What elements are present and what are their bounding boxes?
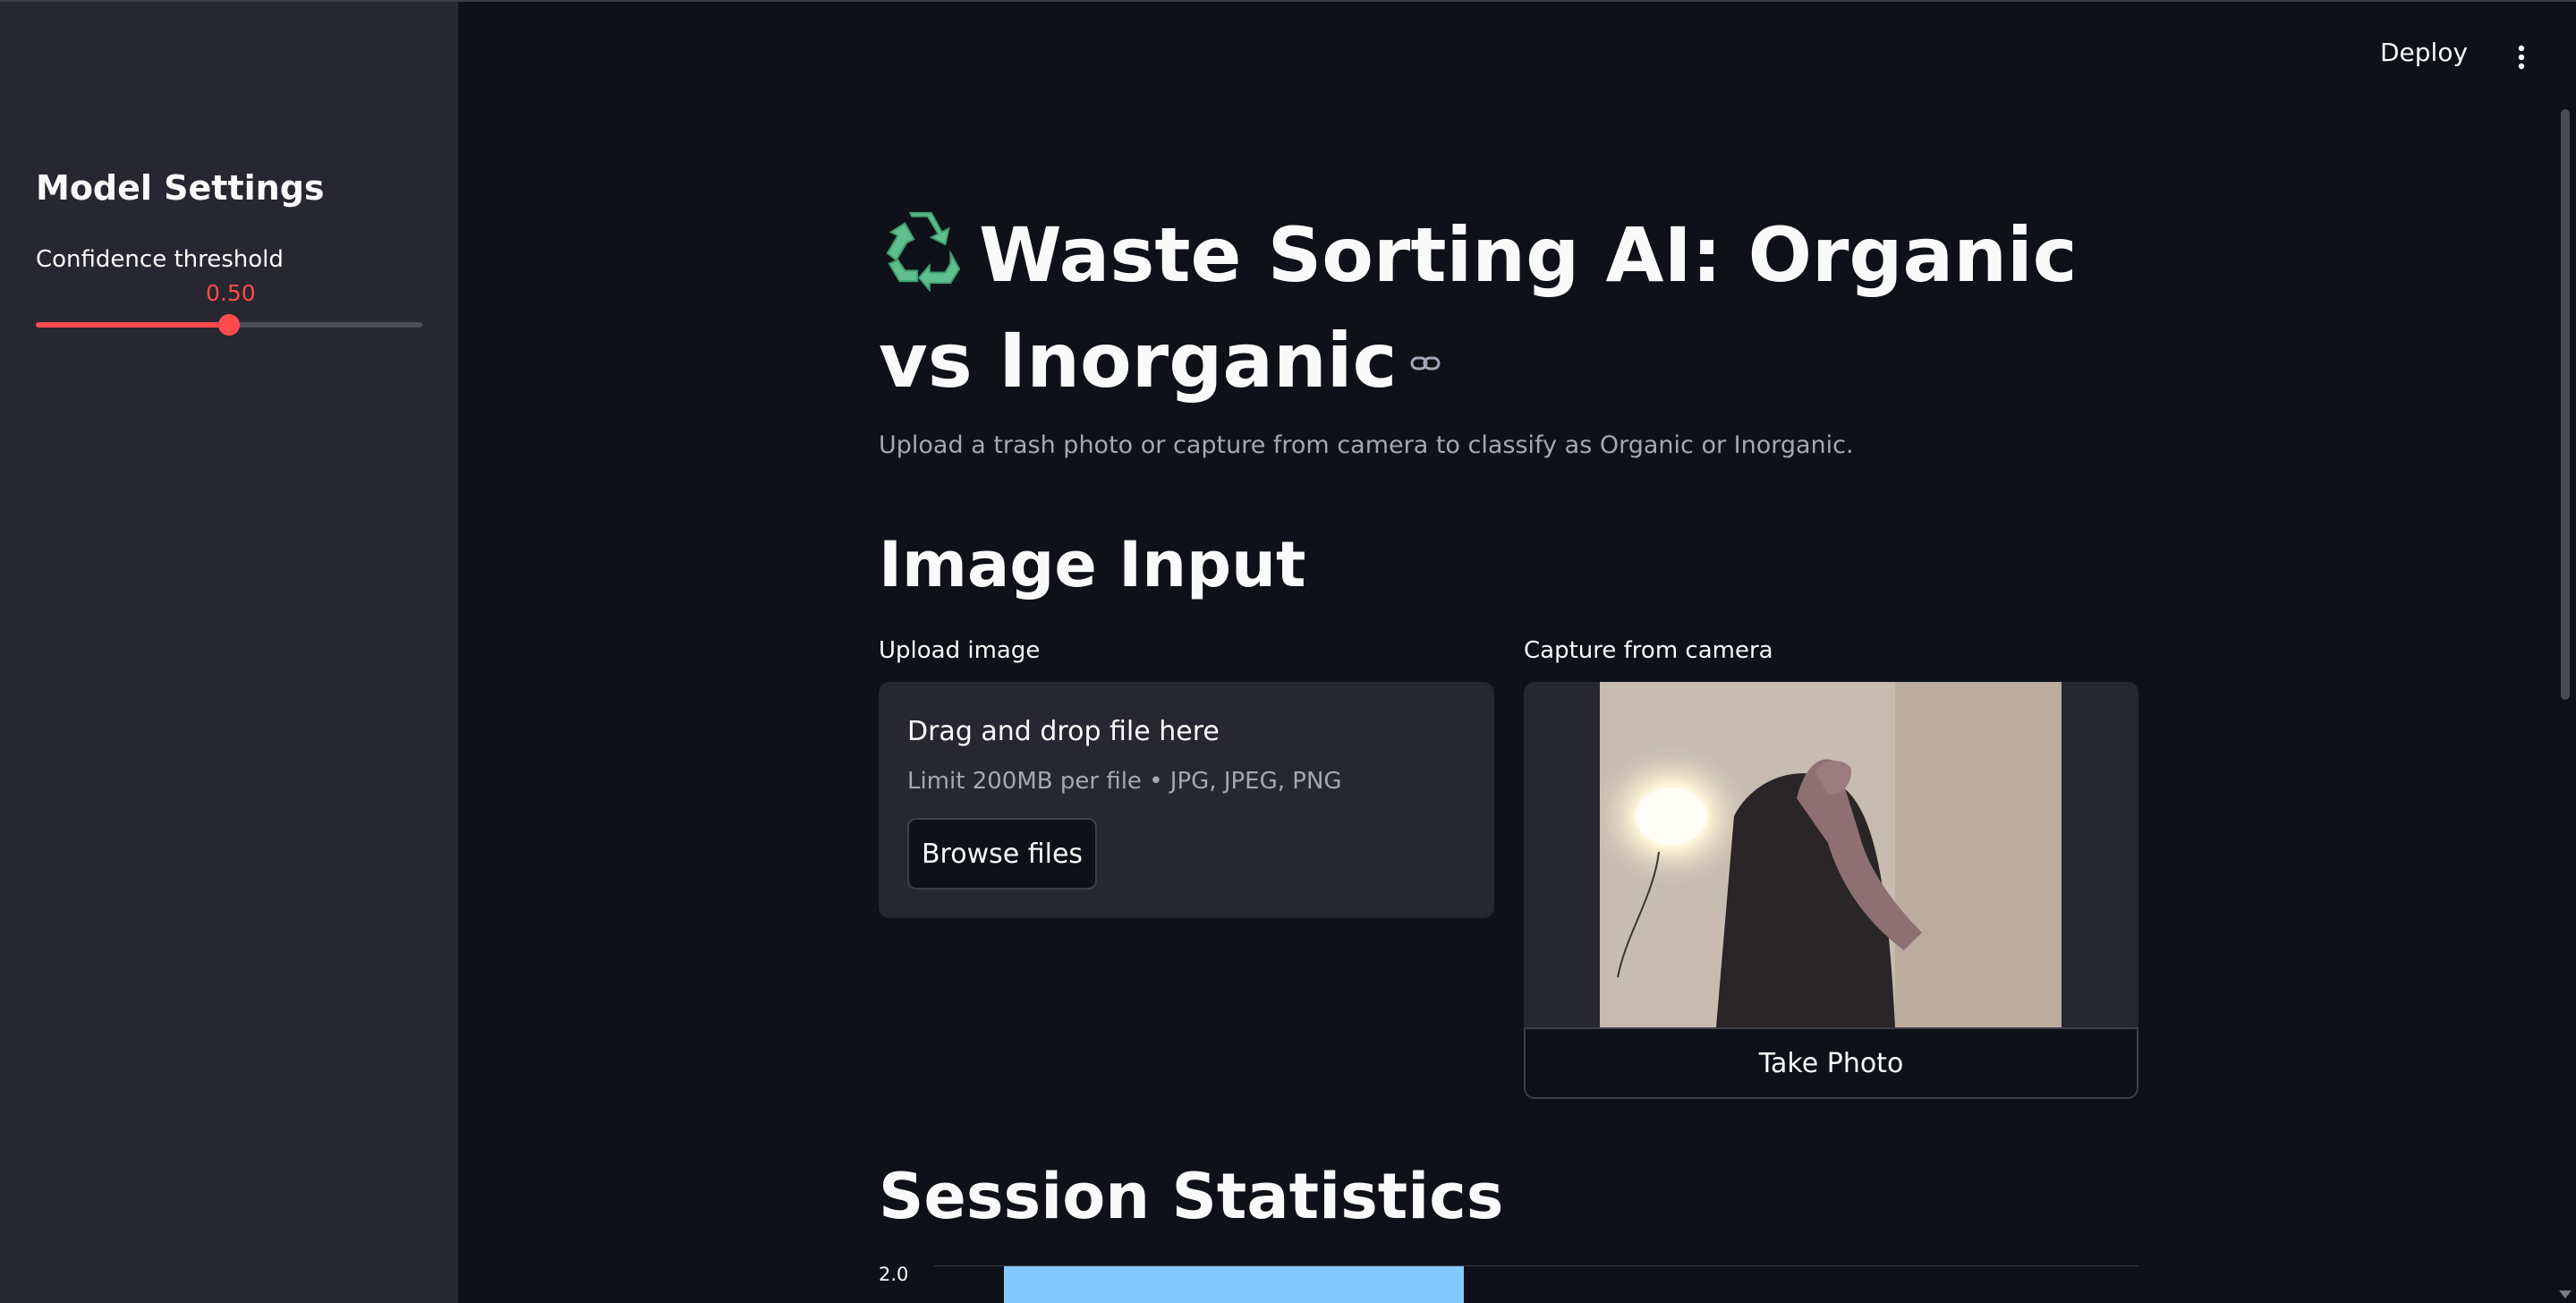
page-title-text: Waste Sorting AI: Organic vs Inorganic xyxy=(879,211,2078,405)
confidence-slider-fill xyxy=(36,322,229,328)
confidence-slider-thumb[interactable] xyxy=(218,314,240,336)
link-icon[interactable] xyxy=(1409,304,1441,370)
y-tick-label: 2.0 xyxy=(879,1264,909,1285)
vertical-ellipsis-icon xyxy=(2518,45,2525,70)
upload-image-label: Upload image xyxy=(879,637,1041,664)
scrollbar-thumb[interactable] xyxy=(2561,109,2570,700)
confidence-slider-label: Confidence threshold xyxy=(36,246,284,273)
camera-input-label: Capture from camera xyxy=(1524,637,1773,664)
camera-preview xyxy=(1600,682,2062,1027)
camera-input: Take Photo xyxy=(1524,682,2138,1099)
main-scrollbar[interactable] xyxy=(2561,109,2570,1303)
scroll-down-icon[interactable] xyxy=(2559,1290,2572,1299)
browse-files-button[interactable]: Browse files xyxy=(907,818,1097,890)
sidebar: Model Settings Confidence threshold 0.50 xyxy=(0,2,458,1303)
confidence-slider-value: 0.50 xyxy=(206,280,256,306)
page-caption: Upload a trash photo or capture from cam… xyxy=(879,431,1854,459)
session-statistics-heading: Session Statistics xyxy=(879,1160,1504,1233)
take-photo-button[interactable]: Take Photo xyxy=(1524,1027,2138,1099)
file-dropzone[interactable]: Drag and drop file here Limit 200MB per … xyxy=(879,682,1494,918)
recycle-icon xyxy=(879,204,966,293)
app-root: Model Settings Confidence threshold 0.50… xyxy=(0,0,2576,1303)
dropzone-limit-text: Limit 200MB per file • JPG, JPEG, PNG xyxy=(907,768,1342,795)
main-menu-button[interactable] xyxy=(2505,41,2538,73)
page-title: Waste Sorting AI: Organic vs Inorganic xyxy=(879,204,2149,410)
sidebar-title: Model Settings xyxy=(36,168,325,208)
deploy-button[interactable]: Deploy xyxy=(2380,38,2468,67)
chart-bar[interactable] xyxy=(1004,1266,1464,1303)
session-statistics-chart: 2.0 xyxy=(879,1255,2138,1303)
dropzone-title: Drag and drop file here xyxy=(907,716,1220,747)
image-input-heading: Image Input xyxy=(879,528,1306,601)
confidence-slider[interactable] xyxy=(36,314,422,336)
